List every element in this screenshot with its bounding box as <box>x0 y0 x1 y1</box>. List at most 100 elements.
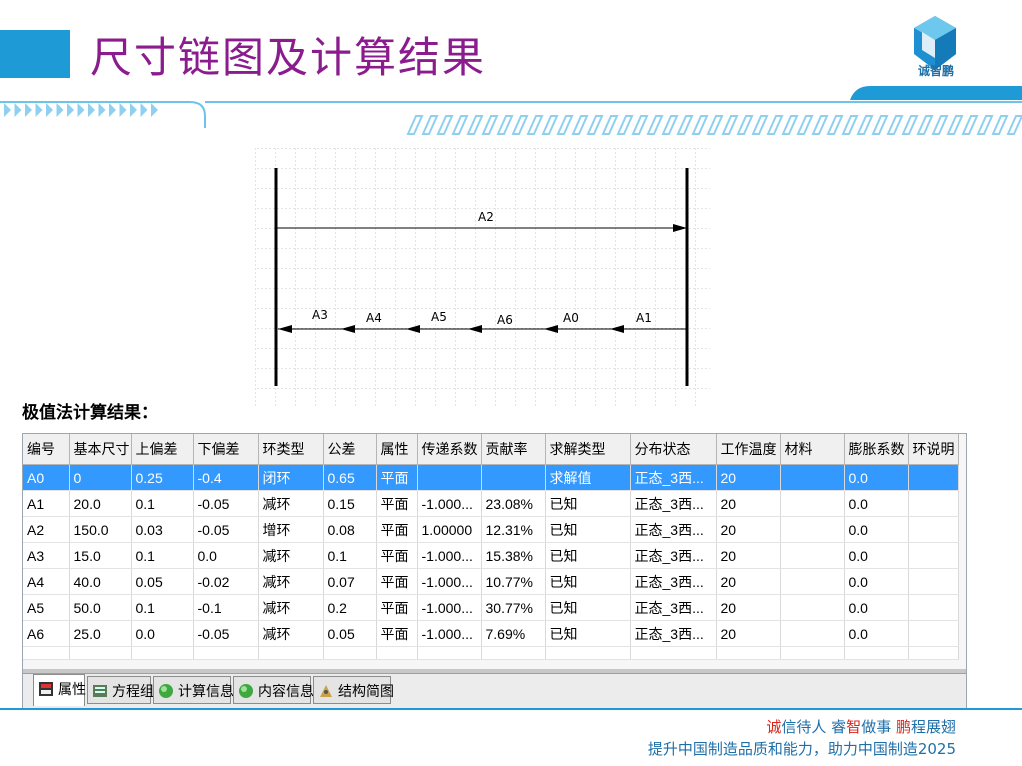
table-row[interactable]: A6 25.0 0.0 -0.05 减环 0.05 平面 -1.000... 7.69% 已知 正态… <box>23 620 959 647</box>
table-cell[interactable]: -1.000... <box>417 620 482 647</box>
table-cell[interactable]: 0.07 <box>323 568 377 595</box>
table-cell[interactable]: 求解值 <box>545 464 631 491</box>
table-cell[interactable]: 正态_3西... <box>630 516 717 543</box>
table-cell[interactable] <box>481 464 546 491</box>
table-cell[interactable]: 20 <box>716 516 781 543</box>
table-cell[interactable] <box>780 464 845 491</box>
table-cell[interactable] <box>780 568 845 595</box>
column-header[interactable]: 求解类型 <box>545 434 631 465</box>
table-cell[interactable]: 平面 <box>376 542 418 569</box>
table-cell[interactable]: 正态_3西... <box>630 490 717 517</box>
table-cell[interactable]: 正态_3西... <box>630 542 717 569</box>
tab-content-info[interactable]: 内容信息 <box>233 676 314 704</box>
column-header[interactable]: 编号 <box>23 434 70 465</box>
column-header[interactable]: 下偏差 <box>193 434 259 465</box>
table-cell[interactable]: -0.02 <box>193 568 259 595</box>
table-row[interactable]: A2 150.0 0.03 -0.05 增环 0.08 平面 1.00000 12.31% 已知正… <box>23 516 959 543</box>
table-cell[interactable]: 20.0 <box>69 490 132 517</box>
table-cell[interactable]: 20 <box>716 464 781 491</box>
column-header[interactable]: 环说明 <box>908 434 959 465</box>
table-cell[interactable]: -1.000... <box>417 490 482 517</box>
tab-structure[interactable]: 结构简图 <box>313 676 394 704</box>
table-row[interactable]: A5 50.0 0.1 -0.1 减环 0.2 平面 -1.000... 30.77% 已知 正态_… <box>23 594 959 621</box>
table-cell[interactable] <box>908 594 959 621</box>
table-cell[interactable]: 15.38% <box>481 542 546 569</box>
column-header[interactable]: 属性 <box>376 434 418 465</box>
table-cell[interactable]: -1.000... <box>417 568 482 595</box>
table-cell[interactable]: 0.1 <box>323 542 377 569</box>
table-cell[interactable]: -0.4 <box>193 464 259 491</box>
table-cell[interactable]: -0.1 <box>193 594 259 621</box>
table-cell[interactable]: 1.00000 <box>417 516 482 543</box>
table-cell[interactable] <box>908 620 959 647</box>
table-cell[interactable]: 20 <box>716 542 781 569</box>
table-cell[interactable]: -0.05 <box>193 620 259 647</box>
table-cell[interactable]: 0.03 <box>131 516 194 543</box>
table-cell[interactable]: 0.15 <box>323 490 377 517</box>
table-cell[interactable]: 减环 <box>258 490 324 517</box>
table-cell[interactable] <box>780 542 845 569</box>
table-row[interactable]: A4 40.0 0.05 -0.02 减环 0.07 平面 -1.000... 10.77% 已知… <box>23 568 959 595</box>
table-cell[interactable]: 23.08% <box>481 490 546 517</box>
table-cell[interactable]: A0 <box>23 464 70 491</box>
table-cell[interactable]: A6 <box>23 620 70 647</box>
table-cell[interactable]: 0.0 <box>131 620 194 647</box>
table-cell[interactable]: 30.77% <box>481 594 546 621</box>
table-cell[interactable]: 20 <box>716 490 781 517</box>
table-cell[interactable]: 减环 <box>258 542 324 569</box>
table-cell[interactable]: A1 <box>23 490 70 517</box>
table-cell[interactable]: 20 <box>716 568 781 595</box>
column-header[interactable]: 环类型 <box>258 434 324 465</box>
table-cell[interactable]: 0.0 <box>844 568 909 595</box>
table-cell[interactable]: 0.0 <box>844 464 909 491</box>
tab-properties[interactable]: 属性 <box>33 674 86 706</box>
table-cell[interactable]: 增环 <box>258 516 324 543</box>
column-header[interactable]: 膨胀系数 <box>844 434 909 465</box>
table-row[interactable]: A0 0 0.25 -0.4 闭环 0.65 平面 求解值 正态_3西... 20 0.0 <box>23 464 959 491</box>
table-cell[interactable]: 已知 <box>545 568 631 595</box>
table-cell[interactable] <box>780 516 845 543</box>
table-cell[interactable]: 平面 <box>376 490 418 517</box>
table-cell[interactable]: 0.0 <box>844 594 909 621</box>
table-cell[interactable]: 40.0 <box>69 568 132 595</box>
table-cell[interactable] <box>908 568 959 595</box>
table-cell[interactable] <box>908 490 959 517</box>
table-cell[interactable]: 0.1 <box>131 594 194 621</box>
table-cell[interactable]: 15.0 <box>69 542 132 569</box>
table-cell[interactable]: 0.05 <box>131 568 194 595</box>
table-cell[interactable]: -1.000... <box>417 542 482 569</box>
table-cell[interactable]: -1.000... <box>417 594 482 621</box>
table-cell[interactable] <box>908 542 959 569</box>
column-header[interactable]: 传递系数 <box>417 434 482 465</box>
table-cell[interactable]: 0.25 <box>131 464 194 491</box>
table-cell[interactable]: 150.0 <box>69 516 132 543</box>
table-cell[interactable] <box>780 620 845 647</box>
column-header[interactable]: 材料 <box>780 434 845 465</box>
tab-equations[interactable]: 方程组 <box>87 676 154 704</box>
table-cell[interactable]: 0.05 <box>323 620 377 647</box>
table-cell[interactable]: 0.65 <box>323 464 377 491</box>
table-cell[interactable]: 0.0 <box>193 542 259 569</box>
table-cell[interactable]: 0 <box>69 464 132 491</box>
table-cell[interactable]: 平面 <box>376 594 418 621</box>
table-cell[interactable]: 已知 <box>545 594 631 621</box>
table-cell[interactable]: 20 <box>716 620 781 647</box>
table-cell[interactable]: 0.0 <box>844 490 909 517</box>
table-cell[interactable]: -0.05 <box>193 516 259 543</box>
table-cell[interactable]: 减环 <box>258 620 324 647</box>
table-cell[interactable]: 平面 <box>376 464 418 491</box>
table-cell[interactable]: 10.77% <box>481 568 546 595</box>
table-cell[interactable]: 7.69% <box>481 620 546 647</box>
table-cell[interactable]: A2 <box>23 516 70 543</box>
table-cell[interactable]: A5 <box>23 594 70 621</box>
table-cell[interactable]: 平面 <box>376 516 418 543</box>
table-cell[interactable]: 平面 <box>376 620 418 647</box>
table-cell[interactable]: 已知 <box>545 542 631 569</box>
table-cell[interactable]: 减环 <box>258 594 324 621</box>
table-cell[interactable]: 已知 <box>545 490 631 517</box>
table-cell[interactable]: 0.0 <box>844 620 909 647</box>
table-cell[interactable] <box>780 490 845 517</box>
table-cell[interactable]: 0.0 <box>844 542 909 569</box>
table-cell[interactable]: -0.05 <box>193 490 259 517</box>
column-header[interactable]: 上偏差 <box>131 434 194 465</box>
